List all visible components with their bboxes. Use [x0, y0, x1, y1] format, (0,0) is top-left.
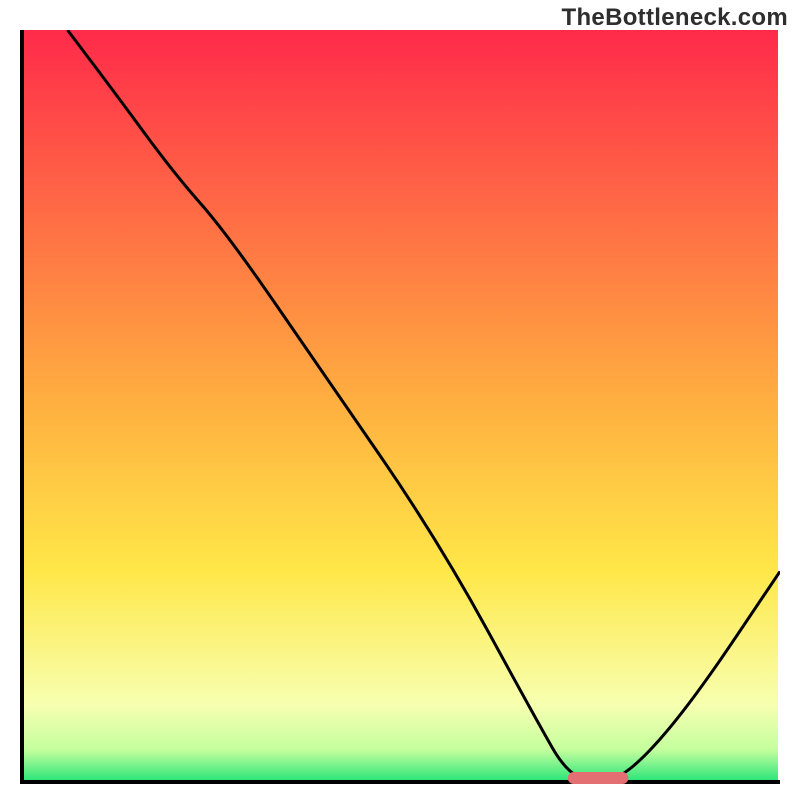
optimal-range-marker [568, 772, 629, 784]
chart-svg [20, 30, 780, 790]
watermark-text: TheBottleneck.com [562, 4, 788, 32]
chart-area [20, 30, 780, 790]
gradient-background [22, 30, 778, 780]
